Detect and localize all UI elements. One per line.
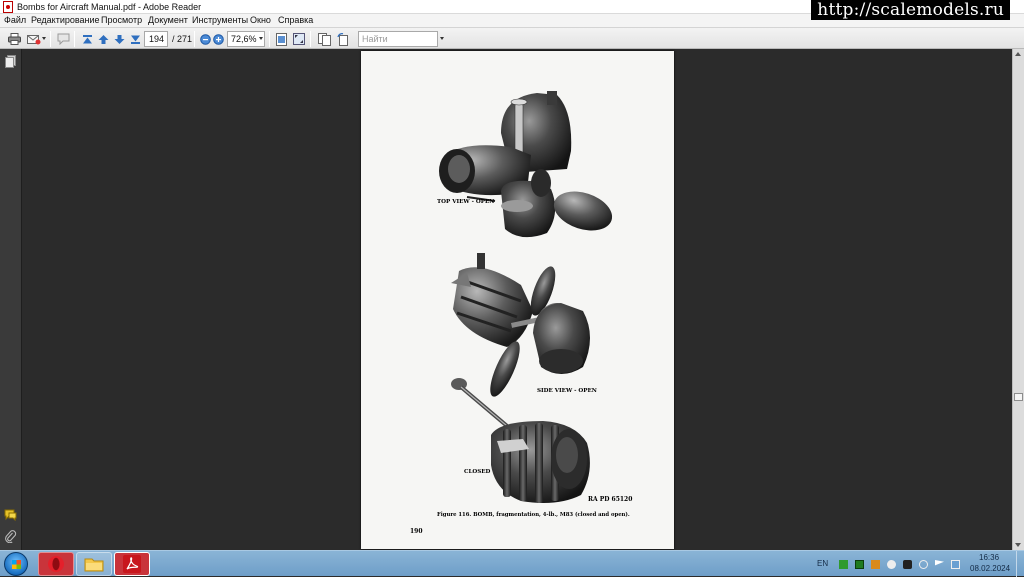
caption-reference: RA PD 65120 bbox=[588, 496, 632, 503]
print-icon[interactable] bbox=[6, 31, 22, 47]
watermark: http://scalemodels.ru bbox=[811, 0, 1010, 20]
pages-panel-icon[interactable] bbox=[4, 55, 17, 68]
closed-bomb-figure bbox=[451, 378, 590, 503]
caption-side-view: SIDE VIEW - OPEN bbox=[537, 388, 597, 394]
clock-date[interactable]: 08.02.2024 bbox=[970, 564, 1010, 574]
tray-flag-icon[interactable] bbox=[935, 560, 944, 566]
taskbar-adobe-reader-button[interactable] bbox=[114, 552, 150, 576]
toolbar-separator bbox=[194, 31, 195, 47]
toolbar-separator bbox=[50, 31, 51, 47]
toolbar: 194 / 271 72,6% Найти bbox=[0, 27, 1024, 49]
zoom-dropdown-icon[interactable] bbox=[259, 37, 263, 40]
adobe-reader-icon bbox=[123, 555, 141, 573]
fit-page-icon[interactable] bbox=[273, 31, 289, 47]
language-indicator[interactable]: EN bbox=[817, 559, 828, 569]
menu-document[interactable]: Документ bbox=[148, 15, 188, 26]
first-page-icon[interactable] bbox=[79, 31, 95, 47]
document-view[interactable]: TOP VIEW - OPEN SIDE VIEW - OPEN CLOSED … bbox=[23, 49, 1012, 550]
search-dropdown-icon[interactable] bbox=[440, 37, 444, 40]
show-desktop-button[interactable] bbox=[1016, 551, 1024, 577]
pdf-page: TOP VIEW - OPEN SIDE VIEW - OPEN CLOSED … bbox=[361, 51, 674, 549]
page-number-input[interactable]: 194 bbox=[144, 31, 168, 47]
toolbar-separator bbox=[310, 31, 311, 47]
navigation-pane bbox=[0, 49, 22, 550]
caption-top-view: TOP VIEW - OPEN bbox=[437, 199, 494, 205]
vertical-scrollbar[interactable] bbox=[1012, 49, 1024, 550]
toolbar-separator bbox=[269, 31, 270, 47]
next-page-icon[interactable] bbox=[111, 31, 127, 47]
scroll-down-icon[interactable] bbox=[1015, 543, 1021, 547]
attachments-panel-icon[interactable] bbox=[4, 530, 17, 543]
taskbar-explorer-button[interactable] bbox=[76, 552, 112, 576]
full-screen-icon[interactable] bbox=[291, 31, 307, 47]
page-number-label: 190 bbox=[410, 528, 423, 535]
tray-app-icon[interactable] bbox=[871, 560, 880, 569]
tray-volume-icon[interactable] bbox=[919, 560, 928, 569]
tray-update-icon[interactable] bbox=[887, 560, 896, 569]
caption-closed: CLOSED bbox=[464, 469, 491, 475]
menu-file[interactable]: Файл bbox=[4, 15, 26, 26]
tray-device-icon[interactable] bbox=[903, 560, 912, 569]
menu-edit[interactable]: Редактирование bbox=[31, 15, 100, 26]
email-dropdown-icon[interactable] bbox=[42, 37, 46, 40]
comments-panel-icon[interactable] bbox=[4, 508, 17, 521]
rotate-icon[interactable] bbox=[335, 31, 351, 47]
start-button[interactable] bbox=[4, 552, 28, 576]
adobe-reader-window: Bombs for Aircraft Manual.pdf - Adobe Re… bbox=[0, 0, 1024, 577]
two-page-icon[interactable] bbox=[316, 31, 332, 47]
zoom-in-icon[interactable] bbox=[210, 31, 226, 47]
comment-icon[interactable] bbox=[55, 31, 71, 47]
email-icon[interactable] bbox=[26, 31, 42, 47]
prev-page-icon[interactable] bbox=[95, 31, 111, 47]
folder-icon bbox=[84, 558, 104, 572]
side-view-open-figure bbox=[451, 253, 590, 397]
search-input[interactable]: Найти bbox=[358, 31, 438, 47]
last-page-icon[interactable] bbox=[127, 31, 143, 47]
tray-antivirus-icon[interactable] bbox=[839, 560, 848, 569]
tray-nvidia-icon[interactable] bbox=[855, 560, 864, 569]
page-total-label: / 271 bbox=[172, 34, 193, 44]
pdf-file-icon bbox=[3, 1, 13, 13]
bomb-illustration-image: TOP VIEW - OPEN SIDE VIEW - OPEN CLOSED … bbox=[410, 91, 632, 535]
menu-view[interactable]: Просмотр bbox=[101, 15, 142, 26]
toolbar-separator bbox=[74, 31, 75, 47]
window-title: Bombs for Aircraft Manual.pdf - Adobe Re… bbox=[17, 2, 202, 12]
tray-network-icon[interactable] bbox=[951, 560, 960, 569]
scrollbar-thumb[interactable] bbox=[1014, 393, 1023, 401]
taskbar-opera-button[interactable] bbox=[38, 552, 74, 576]
figure-caption: Figure 116. BOMB, fragmentation, 4-lb., … bbox=[437, 511, 630, 518]
clock-time[interactable]: 16:36 bbox=[979, 553, 999, 563]
menu-window[interactable]: Окно bbox=[250, 15, 271, 26]
menu-help[interactable]: Справка bbox=[278, 15, 313, 26]
opera-icon bbox=[48, 556, 64, 572]
windows-taskbar: EN 16:36 08.02.2024 bbox=[0, 550, 1024, 577]
scroll-up-icon[interactable] bbox=[1015, 52, 1021, 56]
top-view-open-figure bbox=[439, 91, 613, 238]
menu-tools[interactable]: Инструменты bbox=[192, 15, 248, 26]
